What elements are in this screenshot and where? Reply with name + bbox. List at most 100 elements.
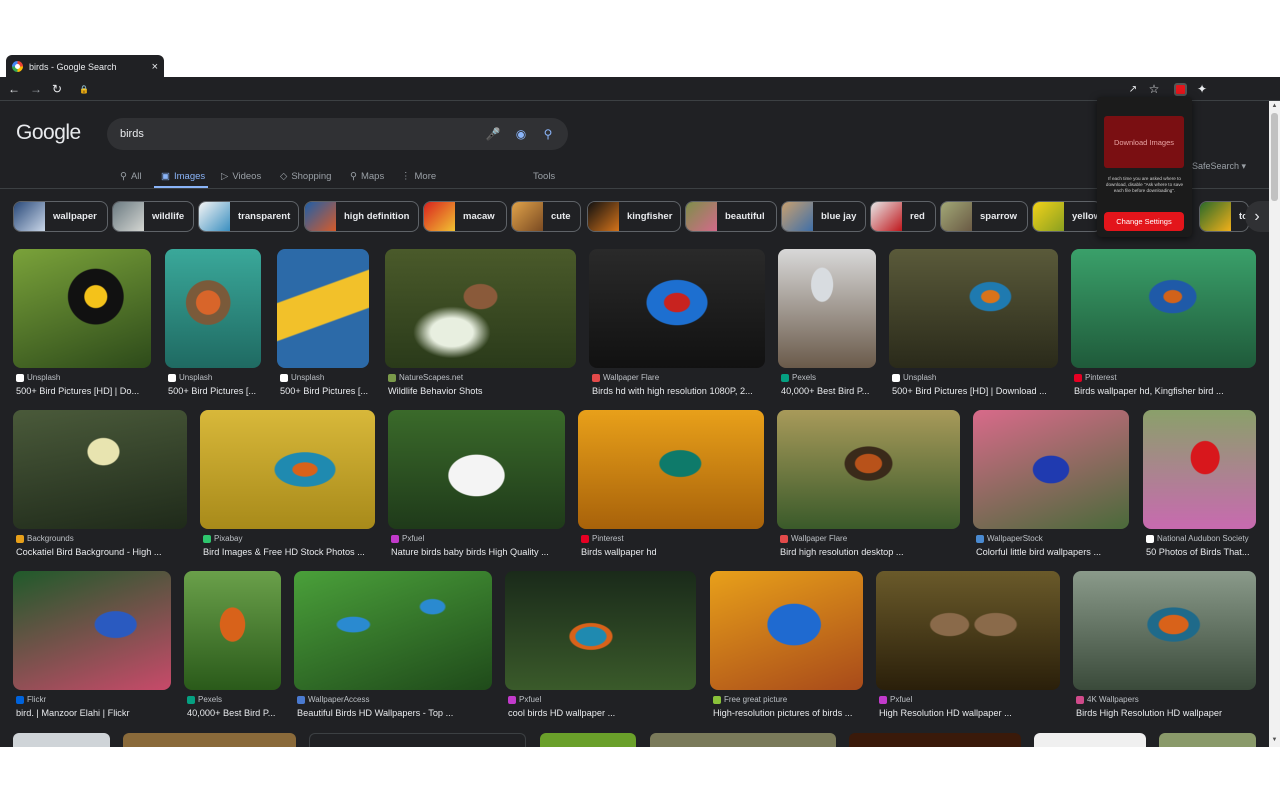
- result-source[interactable]: Pxfuel: [391, 534, 424, 543]
- result-thumbnail[interactable]: [710, 571, 863, 690]
- tab-maps[interactable]: ⚲ Maps: [350, 166, 384, 186]
- result-source[interactable]: Unsplash: [280, 373, 324, 382]
- back-icon[interactable]: ←: [5, 77, 23, 101]
- result-source[interactable]: Pexels: [187, 695, 222, 704]
- page-scrollbar[interactable]: ▲ ▼: [1269, 101, 1280, 747]
- result-thumbnail[interactable]: [165, 249, 261, 368]
- result-thumbnail[interactable]: [385, 249, 576, 368]
- result-source[interactable]: Wallpaper Flare: [592, 373, 659, 382]
- scroll-thumb[interactable]: [1271, 113, 1278, 201]
- search-input[interactable]: birds: [120, 128, 144, 140]
- result-source[interactable]: WallpaperStock: [976, 534, 1043, 543]
- result-title[interactable]: Beautiful Birds HD Wallpapers - Top ...: [297, 708, 492, 718]
- chip-red[interactable]: red: [870, 201, 936, 232]
- result-source[interactable]: Unsplash: [168, 373, 212, 382]
- result-source[interactable]: 4K Wallpapers: [1076, 695, 1139, 704]
- change-settings-button[interactable]: Change Settings: [1104, 212, 1184, 231]
- chip-wildlife[interactable]: wildlife: [112, 201, 194, 232]
- chip-kingfisher[interactable]: kingfisher: [587, 201, 681, 232]
- result-thumbnail[interactable]: [876, 571, 1060, 690]
- result-source[interactable]: Pexels: [781, 373, 816, 382]
- result-thumbnail[interactable]: [650, 733, 836, 747]
- result-thumbnail[interactable]: [13, 733, 110, 747]
- result-thumbnail[interactable]: [778, 249, 876, 368]
- result-title[interactable]: 50 Photos of Birds That...: [1146, 547, 1256, 557]
- result-title[interactable]: cool birds HD wallpaper ...: [508, 708, 696, 718]
- scroll-up-icon[interactable]: ▲: [1271, 103, 1278, 111]
- result-title[interactable]: Birds wallpaper hd: [581, 547, 764, 557]
- result-thumbnail[interactable]: [849, 733, 1021, 747]
- result-source[interactable]: Pinterest: [581, 534, 624, 543]
- tab-videos[interactable]: ▷ Videos: [221, 166, 261, 186]
- result-thumbnail[interactable]: [1159, 733, 1256, 747]
- google-logo[interactable]: Google: [16, 121, 81, 145]
- safesearch-button[interactable]: SafeSearch ▾: [1192, 161, 1246, 172]
- chip-wallpaper[interactable]: wallpaper: [13, 201, 108, 232]
- tab-close-icon[interactable]: ×: [152, 61, 158, 73]
- result-thumbnail[interactable]: [13, 410, 187, 529]
- chevron-right-icon[interactable]: ›: [1245, 201, 1269, 232]
- result-thumbnail[interactable]: [589, 249, 765, 368]
- result-thumbnail[interactable]: [1071, 249, 1256, 368]
- result-source[interactable]: Pxfuel: [879, 695, 912, 704]
- result-thumbnail[interactable]: [123, 733, 296, 747]
- result-title[interactable]: bird. | Manzoor Elahi | Flickr: [16, 708, 171, 718]
- result-title[interactable]: Nature birds baby birds High Quality ...: [391, 547, 565, 557]
- result-thumbnail[interactable]: [200, 410, 375, 529]
- result-source[interactable]: Free great picture: [713, 695, 787, 704]
- result-title[interactable]: High Resolution HD wallpaper ...: [879, 708, 1060, 718]
- result-source[interactable]: Wallpaper Flare: [780, 534, 847, 543]
- result-title[interactable]: Wildlife Behavior Shots: [388, 386, 576, 396]
- result-source[interactable]: Pinterest: [1074, 373, 1117, 382]
- chip-beautiful[interactable]: beautiful: [685, 201, 777, 232]
- tab-shopping[interactable]: ◇ Shopping: [280, 166, 331, 186]
- result-thumbnail[interactable]: [973, 410, 1129, 529]
- result-title[interactable]: Bird Images & Free HD Stock Photos ...: [203, 547, 375, 557]
- result-thumbnail[interactable]: [777, 410, 960, 529]
- tab-all[interactable]: ⚲ All: [120, 166, 142, 186]
- result-source[interactable]: Unsplash: [892, 373, 936, 382]
- result-title[interactable]: High-resolution pictures of birds ...: [713, 708, 863, 718]
- result-thumbnail[interactable]: [505, 571, 696, 690]
- search-icon[interactable]: ⚲: [539, 118, 557, 150]
- result-thumbnail[interactable]: [277, 249, 369, 368]
- result-title[interactable]: 40,000+ Best Bird P...: [781, 386, 876, 396]
- result-title[interactable]: Birds wallpaper hd, Kingfisher bird ...: [1074, 386, 1256, 396]
- result-thumbnail[interactable]: [578, 410, 764, 529]
- result-title[interactable]: 500+ Bird Pictures [...: [280, 386, 370, 396]
- result-title[interactable]: Birds hd with high resolution 1080P, 2..…: [592, 386, 765, 396]
- lock-icon[interactable]: 🔒: [75, 77, 93, 101]
- forward-icon[interactable]: →: [27, 77, 45, 101]
- result-thumbnail[interactable]: [184, 571, 281, 690]
- result-thumbnail[interactable]: [889, 249, 1058, 368]
- result-title[interactable]: Birds High Resolution HD wallpaper: [1076, 708, 1256, 718]
- result-thumbnail[interactable]: [388, 410, 565, 529]
- reload-icon[interactable]: ↻: [48, 77, 66, 101]
- chip-yellow[interactable]: yellow: [1032, 201, 1102, 232]
- related-searches-card[interactable]: [309, 733, 526, 747]
- result-thumbnail[interactable]: [540, 733, 636, 747]
- result-source[interactable]: National Audubon Society: [1146, 534, 1249, 543]
- chip-toucan[interactable]: to: [1199, 201, 1249, 232]
- result-thumbnail[interactable]: [13, 249, 151, 368]
- result-title[interactable]: Cockatiel Bird Background - High ...: [16, 547, 187, 557]
- result-title[interactable]: Bird high resolution desktop ...: [780, 547, 960, 557]
- result-title[interactable]: 40,000+ Best Bird P...: [187, 708, 281, 718]
- result-source[interactable]: NatureScapes.net: [388, 373, 463, 382]
- result-source[interactable]: Pxfuel: [508, 695, 541, 704]
- result-title[interactable]: Colorful little bird wallpapers ...: [976, 547, 1129, 557]
- result-title[interactable]: 500+ Bird Pictures [HD] | Download ...: [892, 386, 1058, 396]
- result-thumbnail[interactable]: [13, 571, 171, 690]
- result-source[interactable]: WallpaperAccess: [297, 695, 370, 704]
- result-thumbnail[interactable]: [1073, 571, 1256, 690]
- chip-high-definition[interactable]: high definition: [304, 201, 419, 232]
- tools-button[interactable]: Tools: [533, 166, 555, 186]
- result-source[interactable]: Backgrounds: [16, 534, 74, 543]
- lens-camera-icon[interactable]: ◉: [512, 118, 530, 150]
- result-source[interactable]: Flickr: [16, 695, 46, 704]
- result-thumbnail[interactable]: [1143, 410, 1256, 529]
- scroll-down-icon[interactable]: ▼: [1271, 737, 1278, 745]
- microphone-icon[interactable]: 🎤: [484, 118, 502, 150]
- tab-more[interactable]: ⋮ More: [401, 166, 436, 186]
- result-title[interactable]: 500+ Bird Pictures [HD] | Do...: [16, 386, 151, 396]
